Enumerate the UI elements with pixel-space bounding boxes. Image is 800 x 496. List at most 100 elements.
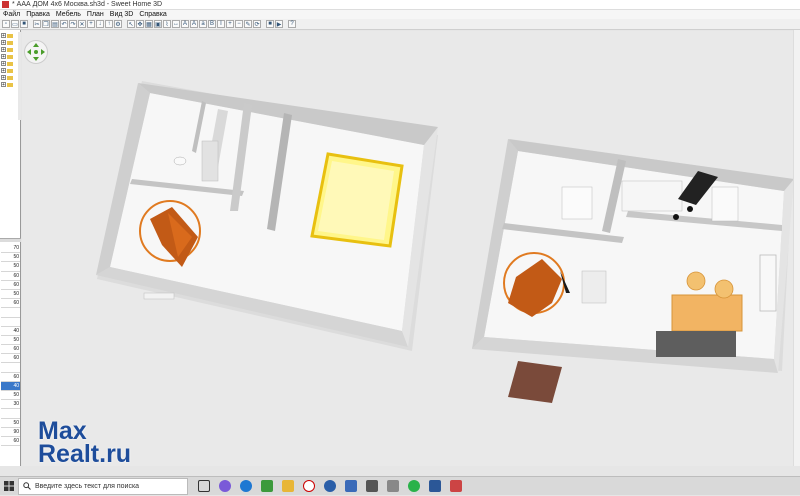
menu-help[interactable]: Справка xyxy=(139,11,166,18)
italic-text-icon[interactable]: I xyxy=(217,20,225,28)
edge-icon[interactable] xyxy=(240,480,252,492)
sweethome3d-task-icon[interactable] xyxy=(450,480,462,492)
photo-icon[interactable]: ■ xyxy=(266,20,274,28)
furniture-row[interactable]: 50 xyxy=(1,391,20,401)
sofa-bench[interactable] xyxy=(656,331,736,357)
catalog-scrollbar[interactable] xyxy=(18,32,21,120)
catalog-category[interactable]: + xyxy=(1,53,19,60)
import-icon[interactable]: ↓ xyxy=(96,20,104,28)
export-icon[interactable]: ↑ xyxy=(105,20,113,28)
furniture-row[interactable]: 50 xyxy=(1,262,20,272)
furniture-row[interactable]: 30 xyxy=(1,400,20,410)
word-icon[interactable] xyxy=(429,480,441,492)
furniture-row[interactable]: 60 xyxy=(1,437,20,447)
furniture-catalog-tree[interactable]: + + + + + + + + xyxy=(1,32,19,88)
catalog-category[interactable]: + xyxy=(1,39,19,46)
modify-icon[interactable]: ✎ xyxy=(244,20,252,28)
select-mode-icon[interactable]: ↖ xyxy=(127,20,135,28)
rotate-icon[interactable]: ⟳ xyxy=(253,20,261,28)
yandex-icon[interactable] xyxy=(303,480,315,492)
menu-plan[interactable]: План xyxy=(87,11,104,18)
furniture-row[interactable] xyxy=(1,308,20,318)
chair[interactable] xyxy=(686,271,706,291)
expand-icon[interactable]: + xyxy=(1,47,6,53)
create-dimensions-icon[interactable]: ↔ xyxy=(172,20,180,28)
explorer-icon[interactable] xyxy=(282,480,294,492)
menu-3d-view[interactable]: Вид 3D xyxy=(110,11,134,18)
menu-file[interactable]: Файл xyxy=(3,11,20,18)
dining-table[interactable] xyxy=(671,294,743,332)
pan-mode-icon[interactable]: ✥ xyxy=(136,20,144,28)
settings-icon[interactable]: ⚙ xyxy=(114,20,122,28)
start-button[interactable] xyxy=(0,477,18,496)
expand-icon[interactable]: + xyxy=(1,61,6,67)
view-scrollbar[interactable] xyxy=(793,30,800,466)
furniture-row[interactable]: 60 xyxy=(1,345,20,355)
panel-splitter[interactable] xyxy=(0,238,21,242)
copy-icon[interactable]: ❐ xyxy=(42,20,50,28)
furniture-row[interactable]: 60 xyxy=(1,272,20,281)
delete-icon[interactable]: ✕ xyxy=(78,20,86,28)
furniture-row[interactable]: 50 xyxy=(1,253,20,263)
create-walls-icon[interactable]: ▦ xyxy=(145,20,153,28)
catalog-category[interactable]: + xyxy=(1,46,19,53)
redo-icon[interactable]: ↷ xyxy=(69,20,77,28)
3d-view[interactable] xyxy=(22,31,798,466)
expand-icon[interactable]: + xyxy=(1,82,6,88)
furniture-row[interactable]: 90 xyxy=(1,428,20,437)
nav-right-icon[interactable] xyxy=(41,49,45,55)
video-icon[interactable]: ▶ xyxy=(275,20,283,28)
menu-furniture[interactable]: Мебель xyxy=(56,11,81,18)
furniture-row[interactable]: 50 xyxy=(1,419,20,428)
nav-down-icon[interactable] xyxy=(33,57,39,61)
create-rooms-icon[interactable]: ▣ xyxy=(154,20,162,28)
help-icon[interactable]: ? xyxy=(288,20,296,28)
furniture-row[interactable]: 40 xyxy=(1,327,20,336)
expand-icon[interactable]: + xyxy=(1,33,6,39)
furniture-row[interactable]: 70 xyxy=(1,244,20,254)
task-view-icon[interactable] xyxy=(198,480,210,492)
porch[interactable] xyxy=(508,361,562,403)
expand-icon[interactable]: + xyxy=(1,54,6,60)
furniture-row[interactable]: 60 xyxy=(1,373,20,382)
furniture-row[interactable] xyxy=(1,318,20,327)
catalog-category[interactable]: + xyxy=(1,74,19,81)
3d-scene[interactable] xyxy=(22,31,798,466)
expand-icon[interactable]: + xyxy=(1,40,6,46)
furniture-row[interactable] xyxy=(1,363,20,373)
create-labels-icon[interactable]: A xyxy=(181,20,189,28)
fridge[interactable] xyxy=(711,186,739,222)
navigation-arrows-widget[interactable] xyxy=(24,40,48,64)
undo-icon[interactable]: ↶ xyxy=(60,20,68,28)
paste-icon[interactable]: ▤ xyxy=(51,20,59,28)
nav-up-icon[interactable] xyxy=(33,43,39,47)
whatsapp-icon[interactable] xyxy=(408,480,420,492)
chair[interactable] xyxy=(714,279,734,299)
furniture-row[interactable]: 60 xyxy=(1,281,20,290)
catalog-category[interactable]: + xyxy=(1,60,19,67)
open-icon[interactable]: ▭ xyxy=(11,20,19,28)
furniture-row[interactable]: 50 xyxy=(1,290,20,300)
add-furniture-icon[interactable]: + xyxy=(87,20,95,28)
cut-icon[interactable]: ✂ xyxy=(33,20,41,28)
washing-machine[interactable] xyxy=(561,186,593,220)
expand-icon[interactable]: + xyxy=(1,68,6,74)
catalog-category[interactable]: + xyxy=(1,67,19,74)
catalog-category[interactable]: + xyxy=(1,81,19,88)
expand-icon[interactable]: + xyxy=(1,75,6,81)
calculator-icon[interactable] xyxy=(366,480,378,492)
furniture-row[interactable]: 40 xyxy=(1,381,20,391)
new-icon[interactable]: ▫ xyxy=(2,20,10,28)
photos-icon[interactable] xyxy=(345,480,357,492)
zoom-out-icon[interactable]: − xyxy=(235,20,243,28)
taskbar-search-box[interactable]: Введите здесь текст для поиска xyxy=(18,477,188,495)
save-icon[interactable]: ■ xyxy=(20,20,28,28)
furniture-row[interactable]: 60 xyxy=(1,354,20,364)
catalog-category[interactable]: + xyxy=(1,32,19,39)
zoom-in-icon[interactable]: + xyxy=(226,20,234,28)
store-icon[interactable] xyxy=(261,480,273,492)
clock-app-icon[interactable] xyxy=(324,480,336,492)
cortana-icon[interactable] xyxy=(219,480,231,492)
nav-left-icon[interactable] xyxy=(27,49,31,55)
create-polylines-icon[interactable]: ⌇ xyxy=(163,20,171,28)
